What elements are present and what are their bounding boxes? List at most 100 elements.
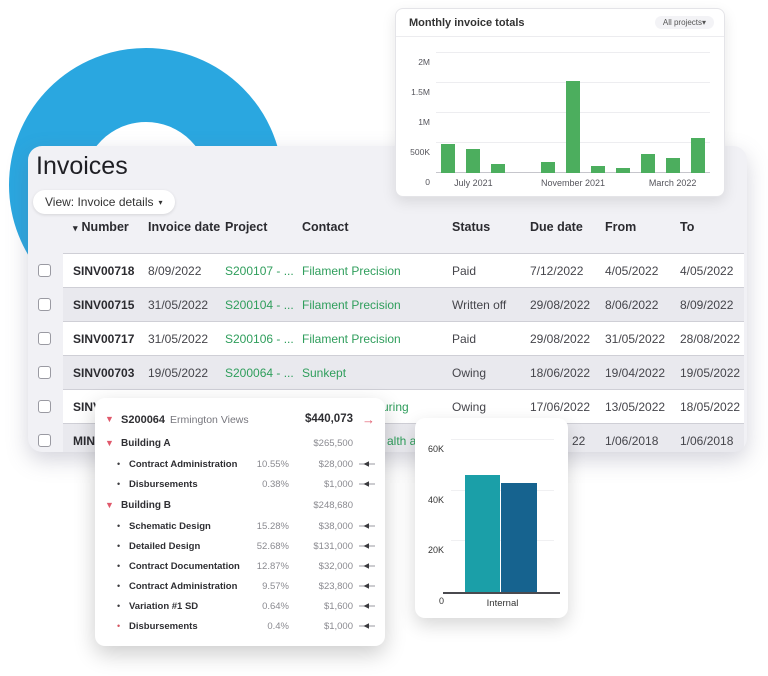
column-header-status[interactable]: Status bbox=[452, 220, 530, 235]
bullet-icon: • bbox=[117, 479, 121, 489]
item-percent: 15.28% bbox=[256, 520, 289, 532]
trend-icon bbox=[353, 480, 375, 488]
item-name: Contract Administration bbox=[129, 580, 238, 592]
y-tick-label: 1M bbox=[418, 117, 430, 127]
item-name: Contract Documentation bbox=[129, 560, 240, 572]
breakdown-item-row: • Disbursements 0.38% $1,000 bbox=[95, 474, 385, 494]
cell-to: 19/05/2022 bbox=[680, 365, 741, 380]
column-header-project[interactable]: Project bbox=[225, 220, 302, 235]
item-percent: 52.68% bbox=[256, 540, 289, 552]
item-percent: 0.4% bbox=[267, 620, 289, 632]
column-header-due-date[interactable]: Due date bbox=[530, 220, 605, 235]
cell-project-link[interactable]: S200064 - ... bbox=[225, 366, 302, 380]
table-row[interactable]: SINV00715 31/05/2022 S200104 - ... Filament… bbox=[37, 287, 744, 321]
item-amount: $1,000 bbox=[323, 478, 353, 490]
view-selector-button[interactable]: View: Invoice details ▾ bbox=[33, 190, 175, 214]
cell-status: Owing bbox=[452, 365, 487, 380]
table-header-row: ▾ Number Invoice date Project Contact Sta… bbox=[37, 218, 744, 253]
cell-number: SINV00718 bbox=[73, 263, 135, 278]
breakdown-item-row: • Detailed Design 52.68% $131,000 bbox=[95, 536, 385, 556]
cell-contact-link[interactable]: Filament Precision bbox=[302, 264, 452, 278]
cell-to: 4/05/2022 bbox=[680, 263, 734, 278]
cell-invoice-date: 19/05/2022 bbox=[148, 365, 209, 380]
row-checkbox-cell bbox=[37, 423, 63, 452]
row-checkbox[interactable] bbox=[38, 331, 51, 345]
cell-due-date: 7/12/2022 bbox=[530, 263, 584, 278]
bars-container bbox=[436, 53, 710, 173]
column-header-from[interactable]: From bbox=[605, 220, 680, 235]
row-checkbox[interactable] bbox=[38, 297, 51, 311]
cell-contact-link[interactable]: Filament Precision bbox=[302, 332, 452, 346]
breakdown-group-row: ▼ Building B $248,680 bbox=[95, 494, 385, 516]
row-checkbox-cell bbox=[37, 287, 63, 321]
column-header-number[interactable]: ▾ Number bbox=[73, 220, 148, 235]
bar bbox=[501, 483, 537, 592]
trend-icon bbox=[353, 522, 375, 530]
group-chevron-icon[interactable]: ▼ bbox=[105, 438, 121, 448]
column-header-to[interactable]: To bbox=[680, 220, 744, 235]
cell-contact-link[interactable]: Filament Precision bbox=[302, 298, 452, 312]
item-amount: $1,600 bbox=[323, 600, 353, 612]
cell-project-link[interactable]: S200104 - ... bbox=[225, 298, 302, 312]
bar bbox=[615, 167, 630, 173]
project-name: Ermington Views bbox=[170, 414, 249, 426]
cell-from: 8/06/2022 bbox=[605, 297, 659, 312]
cell-from: 4/05/2022 bbox=[605, 263, 659, 278]
bar bbox=[465, 475, 500, 592]
row-cells: SINV00715 31/05/2022 S200104 - ... Filament… bbox=[63, 287, 744, 321]
item-name: Contract Administration bbox=[129, 458, 238, 470]
cell-invoice-date: 8/09/2022 bbox=[148, 263, 202, 278]
column-header-invoice-date[interactable]: Invoice date bbox=[148, 220, 225, 235]
table-row[interactable]: SINV00703 19/05/2022 S200064 - ... Sunkept O… bbox=[37, 355, 744, 389]
row-checkbox[interactable] bbox=[38, 263, 51, 277]
breakdown-item-row: • Variation #1 SD 0.64% $1,600 bbox=[95, 596, 385, 616]
trend-icon bbox=[353, 582, 375, 590]
card-header: Monthly invoice totals All projects▾ bbox=[396, 9, 724, 37]
table-row[interactable]: SINV00718 8/09/2022 S200107 - ... Filament … bbox=[37, 253, 744, 287]
all-projects-dropdown[interactable]: All projects▾ bbox=[654, 16, 714, 29]
breakdown-item-row: • Contract Administration 9.57% $23,800 bbox=[95, 576, 385, 596]
row-checkbox[interactable] bbox=[38, 433, 51, 447]
project-total: $440,073 bbox=[305, 413, 353, 425]
item-percent: 12.87% bbox=[256, 560, 289, 572]
cell-from: 19/04/2022 bbox=[605, 365, 666, 380]
table-row[interactable]: SINV00717 31/05/2022 S200106 - ... Filament… bbox=[37, 321, 744, 355]
breakdown-header-row: ▼ S200064 Ermington Views $440,073 → bbox=[95, 406, 385, 432]
item-percent: 0.64% bbox=[262, 600, 289, 612]
cell-number: SINV00703 bbox=[73, 365, 135, 380]
row-checkbox[interactable] bbox=[38, 399, 51, 413]
y-tick-label: 1.5M bbox=[411, 87, 430, 97]
cell-status: Written off bbox=[452, 297, 507, 312]
collapse-chevron-icon[interactable]: ▼ bbox=[105, 414, 121, 424]
cell-to: 1/06/2018 bbox=[680, 433, 734, 448]
cell-from: 1/06/2018 bbox=[605, 433, 659, 448]
cell-project-link[interactable]: S200106 - ... bbox=[225, 332, 302, 346]
group-chevron-icon[interactable]: ▼ bbox=[105, 500, 121, 510]
cell-contact-link[interactable]: Sunkept bbox=[302, 366, 452, 380]
bar bbox=[541, 162, 556, 173]
page: Invoices View: Invoice details ▾ ▾ Number… bbox=[0, 0, 768, 676]
row-checkbox[interactable] bbox=[38, 365, 51, 379]
cell-due-date: 17/06/2022 bbox=[530, 399, 591, 414]
bar bbox=[640, 153, 655, 173]
row-cells: SINV00718 8/09/2022 S200107 - ... Filament … bbox=[63, 253, 744, 287]
bar bbox=[590, 166, 605, 173]
bullet-icon: • bbox=[117, 621, 121, 631]
trend-icon bbox=[353, 460, 375, 468]
cell-invoice-date: 31/05/2022 bbox=[148, 297, 209, 312]
trend-icon bbox=[353, 622, 375, 630]
header-checkbox-gutter bbox=[37, 218, 63, 253]
view-selector-label: View: Invoice details bbox=[45, 195, 154, 209]
item-percent: 0.38% bbox=[262, 478, 289, 490]
y-tick-label: 20K bbox=[427, 545, 444, 556]
cell-project-link[interactable]: S200107 - ... bbox=[225, 264, 302, 278]
row-checkbox-cell bbox=[37, 355, 63, 389]
column-header-contact[interactable]: Contact bbox=[302, 220, 452, 235]
x-axis-label: Internal bbox=[486, 598, 519, 609]
cell-due-date: 29/08/2022 bbox=[530, 297, 591, 312]
arrow-right-icon[interactable]: → bbox=[353, 412, 375, 427]
trend-icon bbox=[353, 602, 375, 610]
bullet-icon: • bbox=[117, 459, 121, 469]
breakdown-item-row: • Contract Administration 10.55% $28,000 bbox=[95, 454, 385, 474]
group-amount: $265,500 bbox=[313, 437, 353, 449]
